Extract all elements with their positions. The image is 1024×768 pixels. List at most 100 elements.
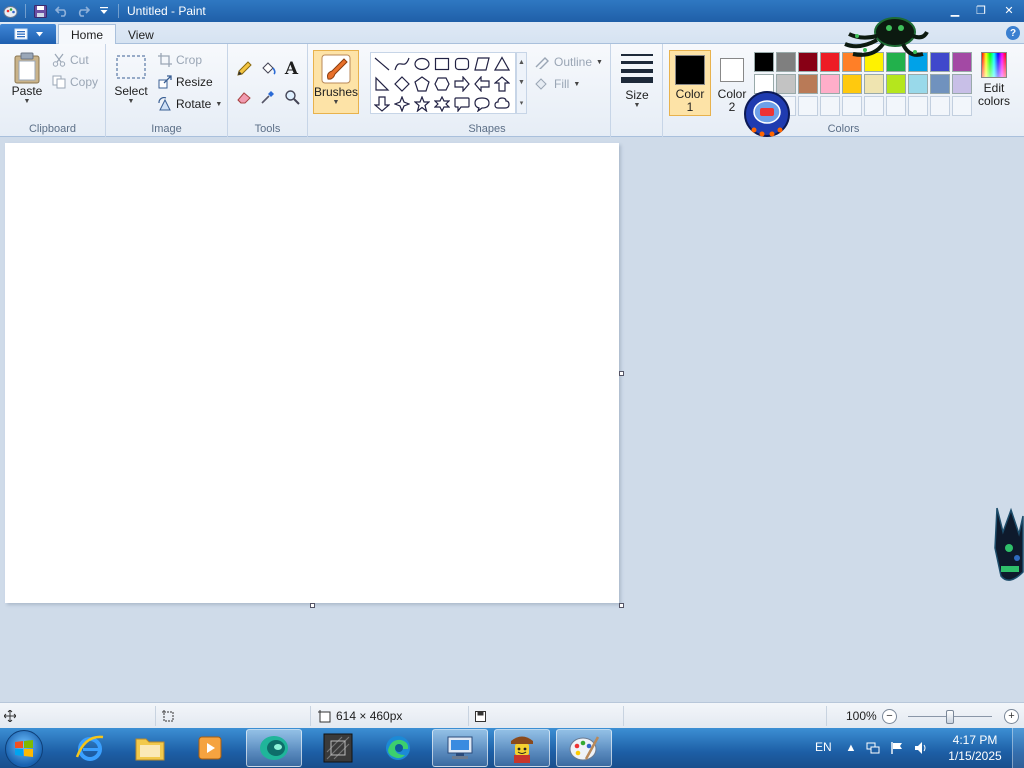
gallery-expand-icon[interactable]: ▾	[520, 99, 524, 107]
oval-callout-icon[interactable]	[472, 94, 492, 114]
system-clock[interactable]: 4:17 PM 1/15/2025	[944, 732, 1006, 764]
curve-shape-icon[interactable]	[392, 54, 412, 74]
paste-button[interactable]: Paste ▼	[8, 52, 46, 105]
rounded-rectangle-shape-icon[interactable]	[452, 54, 472, 74]
close-button[interactable]: ✕	[994, 0, 1024, 20]
volume-icon[interactable]	[914, 741, 928, 755]
palette-swatch[interactable]	[820, 74, 840, 94]
resize-handle-bottom[interactable]	[310, 603, 315, 608]
tab-home[interactable]: Home	[58, 24, 117, 45]
palette-swatch-empty[interactable]	[842, 96, 862, 116]
shapes-gallery-scroll[interactable]: ▲ ▼ ▾	[516, 52, 527, 114]
save-icon[interactable]	[32, 3, 49, 20]
copy-button[interactable]: Copy	[52, 72, 98, 92]
minimize-button[interactable]: ▁	[942, 0, 968, 20]
palette-swatch[interactable]	[820, 52, 840, 72]
palette-swatch[interactable]	[754, 52, 774, 72]
magnifier-icon[interactable]	[281, 86, 302, 107]
drawing-canvas[interactable]	[5, 143, 619, 603]
zoom-slider-thumb[interactable]	[946, 710, 954, 724]
cut-button[interactable]: Cut	[52, 50, 89, 70]
zoom-in-button[interactable]: +	[1004, 709, 1019, 724]
rotate-button[interactable]: Rotate ▼	[158, 94, 222, 114]
media-player-icon[interactable]	[182, 729, 238, 767]
palette-swatch[interactable]	[908, 74, 928, 94]
palette-swatch[interactable]	[886, 74, 906, 94]
customize-dropdown-icon[interactable]	[95, 3, 112, 20]
pencil-icon[interactable]	[233, 58, 254, 79]
color-picker-icon[interactable]	[257, 86, 278, 107]
internet-explorer-icon[interactable]	[62, 729, 118, 767]
six-point-star-icon[interactable]	[432, 94, 452, 114]
hexagon-shape-icon[interactable]	[432, 74, 452, 94]
palette-swatch-empty[interactable]	[864, 96, 884, 116]
eraser-icon[interactable]	[233, 86, 254, 107]
diamond-shape-icon[interactable]	[392, 74, 412, 94]
resize-button[interactable]: Resize	[158, 72, 213, 92]
right-triangle-shape-icon[interactable]	[372, 74, 392, 94]
app-teal-icon[interactable]	[246, 729, 302, 767]
up-arrow-shape-icon[interactable]	[492, 74, 512, 94]
select-button[interactable]: Select ▼	[114, 54, 148, 105]
triangle-shape-icon[interactable]	[492, 54, 512, 74]
palette-swatch[interactable]	[952, 52, 972, 72]
cloud-callout-icon[interactable]	[492, 94, 512, 114]
edit-colors-button[interactable]: Edit colors	[974, 50, 1014, 116]
paint-app-icon[interactable]	[2, 3, 19, 20]
resize-handle-corner[interactable]	[619, 603, 624, 608]
file-explorer-icon[interactable]	[122, 729, 178, 767]
palette-swatch[interactable]	[930, 74, 950, 94]
paint-taskbar-icon[interactable]	[556, 729, 612, 767]
scroll-down-icon[interactable]: ▼	[518, 79, 525, 86]
rectangle-shape-icon[interactable]	[432, 54, 452, 74]
edge-browser-icon[interactable]	[370, 729, 426, 767]
palette-swatch[interactable]	[842, 74, 862, 94]
left-arrow-shape-icon[interactable]	[472, 74, 492, 94]
tab-view[interactable]: View	[116, 24, 166, 45]
palette-swatch-empty[interactable]	[886, 96, 906, 116]
scroll-up-icon[interactable]: ▲	[518, 59, 525, 66]
outline-button[interactable]: Outline ▼	[534, 52, 603, 72]
redo-icon[interactable]	[74, 3, 91, 20]
size-button[interactable]: Size ▼	[619, 52, 655, 109]
pentagon-shape-icon[interactable]	[412, 74, 432, 94]
action-center-flag-icon[interactable]	[890, 741, 904, 755]
text-icon[interactable]: A	[281, 58, 302, 79]
down-arrow-shape-icon[interactable]	[372, 94, 392, 114]
app-cube-icon[interactable]	[310, 729, 366, 767]
palette-swatch[interactable]	[864, 74, 884, 94]
brushes-button[interactable]: Brushes ▼	[313, 50, 359, 114]
fill-button[interactable]: Fill ▼	[534, 74, 580, 94]
fill-bucket-icon[interactable]	[257, 58, 278, 79]
network-icon[interactable]	[866, 741, 880, 755]
palette-swatch[interactable]	[798, 74, 818, 94]
crop-button[interactable]: Crop	[158, 50, 202, 70]
maximize-button[interactable]: ❐	[968, 0, 994, 20]
palette-swatch-empty[interactable]	[820, 96, 840, 116]
color1-button[interactable]: Color 1	[669, 50, 711, 116]
undo-icon[interactable]	[53, 3, 70, 20]
show-desktop-button[interactable]	[1012, 728, 1024, 768]
five-point-star-icon[interactable]	[412, 94, 432, 114]
palette-swatch[interactable]	[952, 74, 972, 94]
oval-shape-icon[interactable]	[412, 54, 432, 74]
zoom-out-button[interactable]: −	[882, 709, 897, 724]
remote-desktop-icon[interactable]	[432, 729, 488, 767]
palette-swatch-empty[interactable]	[908, 96, 928, 116]
rounded-callout-icon[interactable]	[452, 94, 472, 114]
input-language[interactable]: EN	[815, 740, 832, 754]
help-icon[interactable]: ?	[1006, 26, 1020, 40]
right-arrow-shape-icon[interactable]	[452, 74, 472, 94]
polygon-shape-icon[interactable]	[472, 54, 492, 74]
line-shape-icon[interactable]	[372, 54, 392, 74]
palette-swatch[interactable]	[930, 52, 950, 72]
palette-swatch-empty[interactable]	[952, 96, 972, 116]
palette-swatch[interactable]	[776, 52, 796, 72]
show-hidden-icons-icon[interactable]: ▲	[844, 741, 858, 755]
lego-game-icon[interactable]	[494, 729, 550, 767]
resize-handle-right[interactable]	[619, 371, 624, 376]
palette-swatch-empty[interactable]	[798, 96, 818, 116]
paint-menu-button[interactable]	[0, 24, 56, 44]
palette-swatch[interactable]	[798, 52, 818, 72]
palette-swatch-empty[interactable]	[930, 96, 950, 116]
